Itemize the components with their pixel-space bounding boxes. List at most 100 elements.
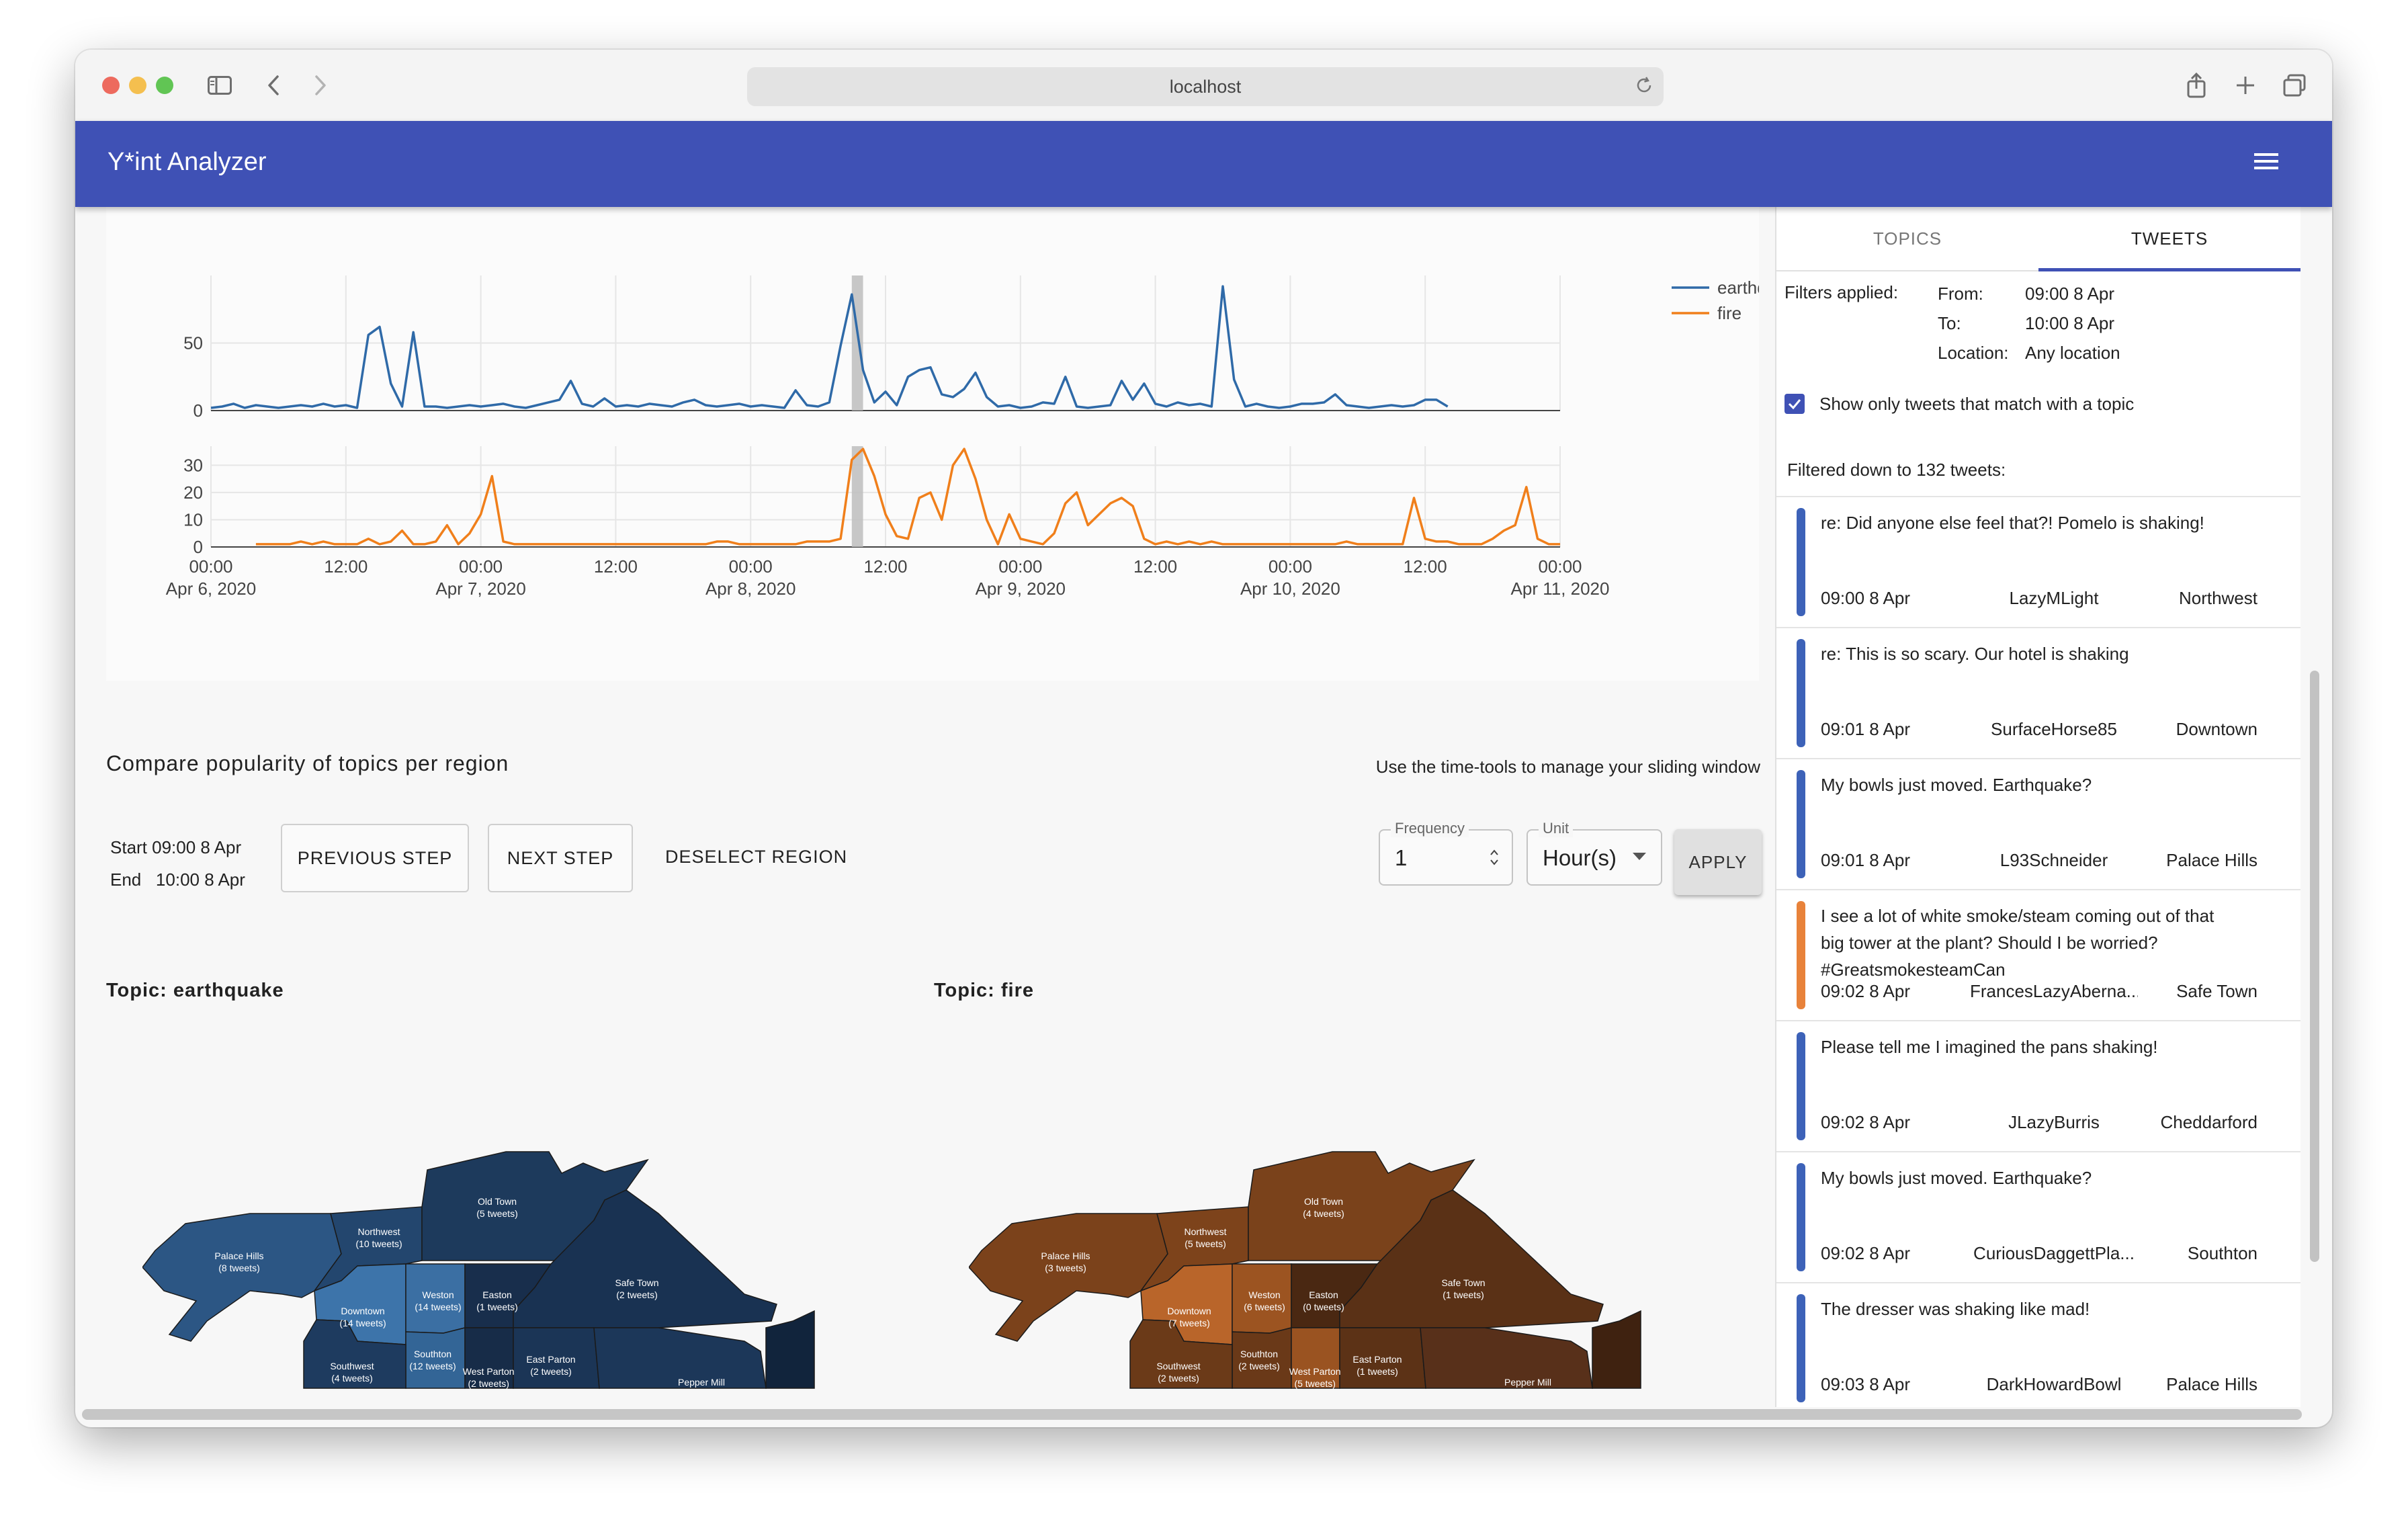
tweet-user: LazyMLight	[2009, 588, 2099, 608]
region-name-label: Southton	[414, 1349, 452, 1359]
deselect-region-button[interactable]: DESELECT REGION	[665, 824, 847, 890]
topic-match-checkbox[interactable]	[1784, 394, 1805, 414]
tweet-time: 09:02 8 Apr	[1821, 1112, 1910, 1132]
tweet-user: DarkHowardBowl	[1986, 1374, 2122, 1394]
region-count-label: (2 tweets)	[530, 1366, 571, 1377]
active-tab-indicator	[2038, 268, 2300, 271]
region-count-label: (6 tweets)	[1244, 1302, 1285, 1312]
x-tick-label: 12:00	[1404, 556, 1447, 577]
filters-label: Filters applied:	[1784, 282, 1899, 302]
back-icon[interactable]	[257, 69, 290, 102]
tweet-user: FrancesLazyAberna...	[1970, 981, 2138, 1001]
location-value: Any location	[2025, 343, 2120, 363]
stepper-icon[interactable]	[1489, 847, 1500, 872]
to-value: 10:00 8 Apr	[2025, 313, 2114, 333]
region-count-label: (2 tweets)	[616, 1289, 657, 1300]
tweet-text: Please tell me I imagined the pans shaki…	[1821, 1037, 2158, 1057]
legend-label-earthquake: earthquake	[1717, 278, 1759, 298]
x-tick-date-label: Apr 8, 2020	[705, 579, 796, 599]
next-step-button[interactable]: NEXT STEP	[488, 824, 633, 892]
tab-overview-icon[interactable]	[2278, 69, 2311, 102]
topic-match-label[interactable]: Show only tweets that match with a topic	[1819, 394, 2134, 415]
map-region[interactable]	[142, 1213, 342, 1342]
y-tick-label: 10	[183, 509, 203, 529]
region-map-earthquake[interactable]: Palace Hills (8 tweets) Northwest(10 tweet…	[142, 1146, 882, 1407]
unit-select[interactable]: Unit Hour(s)	[1526, 820, 1662, 886]
zoom-window-button[interactable]	[156, 77, 173, 94]
tweet-text: My bowls just moved. Earthquake?	[1821, 1168, 2092, 1188]
previous-step-button[interactable]: PREVIOUS STEP	[281, 824, 469, 892]
forward-icon[interactable]	[304, 69, 337, 102]
window-end: End 10:00 8 Apr	[110, 869, 245, 890]
region-name-label: Pepper Mill	[1504, 1377, 1551, 1388]
tweet-text: I see a lot of white smoke/steam coming …	[1821, 906, 2214, 980]
y-tick-label: 30	[183, 455, 203, 475]
reload-icon[interactable]	[1634, 75, 1654, 100]
y-tick-label: 20	[183, 482, 203, 503]
scrollbar-thumb[interactable]	[2310, 671, 2319, 1262]
frequency-label: Frequency	[1391, 820, 1469, 837]
topic-color-bar	[1797, 508, 1805, 616]
x-tick-label: 00:00	[1538, 556, 1582, 577]
tweet-item[interactable]: re: This is so scary. Our hotel is shaki…	[1776, 627, 2300, 758]
map-region[interactable]	[969, 1213, 1168, 1342]
tweet-item[interactable]: Please tell me I imagined the pans shaki…	[1776, 1020, 2300, 1151]
tweet-item[interactable]: My bowls just moved. Earthquake? 09:01 8 …	[1776, 758, 2300, 889]
timeline-chart[interactable]: 050010203000:00Apr 6, 202012:00 00:00Apr …	[106, 207, 1775, 681]
sidebar-icon[interactable]	[203, 69, 236, 102]
menu-icon[interactable]	[2253, 148, 2286, 181]
x-tick-label: 00:00	[189, 556, 232, 577]
time-tools-hint: Use the time-tools to manage your slidin…	[1375, 757, 1760, 777]
address-bar[interactable]: localhost	[747, 67, 1664, 106]
new-tab-icon[interactable]	[2229, 69, 2262, 102]
panel-tabs: TOPICS TWEETS	[1776, 207, 2300, 271]
tweet-item[interactable]: I see a lot of white smoke/steam coming …	[1776, 889, 2300, 1020]
tweet-location: Northwest	[2178, 588, 2258, 608]
tweet-location: Palace Hills	[2166, 1374, 2258, 1394]
share-icon[interactable]	[2180, 69, 2213, 102]
y-tick-label: 0	[194, 400, 203, 421]
tweet-time: 09:03 8 Apr	[1821, 1374, 1910, 1394]
region-count-label: (0 tweets)	[1303, 1302, 1344, 1312]
app-title: Y*int Analyzer	[108, 148, 267, 176]
tweet-item[interactable]: The dresser was shaking like mad! 09:03 8…	[1776, 1282, 2300, 1407]
region-name-label: Safe Town	[1441, 1277, 1485, 1288]
topic-color-bar	[1797, 901, 1805, 1009]
apply-button[interactable]: APPLY	[1674, 829, 1762, 895]
tweet-user: JLazyBurris	[2008, 1112, 2100, 1132]
tweet-time: 09:00 8 Apr	[1821, 588, 1910, 608]
tweet-list: re: Did anyone else feel that?! Pomelo i…	[1776, 496, 2300, 1407]
map-topic-label: Topic: fire	[934, 980, 1035, 1001]
horizontal-scrollbar[interactable]	[82, 1409, 2302, 1420]
main-content: 0 50 0 10 20 30 00:00 Apr 6, 2020 12:00 00:00 Apr …	[75, 207, 1775, 1407]
region-name-label: Old Town	[478, 1196, 517, 1207]
region-count-label: (10 tweets)	[355, 1238, 402, 1249]
location-label: Location:	[1938, 343, 2009, 363]
tweet-item[interactable]: re: Did anyone else feel that?! Pomelo i…	[1776, 496, 2300, 627]
map-region[interactable]	[765, 1310, 815, 1389]
tweet-location: Cheddarford	[2160, 1112, 2258, 1132]
region-name-label: Easton	[1309, 1289, 1338, 1300]
x-tick-date-label: Apr 10, 2020	[1240, 579, 1340, 599]
x-tick-label: 12:00	[1133, 556, 1177, 577]
tweet-user: CuriousDaggettPla...	[1973, 1243, 2135, 1263]
region-name-label: Southwest	[1156, 1361, 1200, 1371]
close-window-button[interactable]	[102, 77, 120, 94]
tab-topics[interactable]: TOPICS	[1776, 207, 2038, 270]
region-count-label: (4 tweets)	[1303, 1208, 1344, 1219]
map-region[interactable]	[1592, 1310, 1641, 1389]
vertical-scrollbar[interactable]	[2303, 207, 2327, 1407]
tweet-item[interactable]: My bowls just moved. Earthquake? 09:02 8 …	[1776, 1151, 2300, 1282]
region-map-fire[interactable]: Palace Hills(3 tweets)Northwest(5 tweets…	[969, 1146, 1708, 1407]
region-name-label: West Parton	[463, 1366, 515, 1377]
app-bar: Y*int Analyzer	[75, 121, 2332, 207]
minimize-window-button[interactable]	[129, 77, 146, 94]
frequency-field[interactable]: Frequency 1	[1379, 820, 1513, 886]
region-name-label: Southton	[1240, 1349, 1278, 1359]
region-count-label: (8 tweets)	[218, 1263, 259, 1273]
region-count-label: (14 tweets)	[415, 1302, 461, 1312]
tab-tweets[interactable]: TWEETS	[2038, 207, 2300, 270]
series-line-earthquake	[210, 285, 1449, 409]
region-name-label: Old Town	[1304, 1196, 1343, 1207]
timeline-chart-card: 0 50 0 10 20 30 00:00 Apr 6, 2020 12:00 00:00 Apr …	[106, 207, 1775, 681]
